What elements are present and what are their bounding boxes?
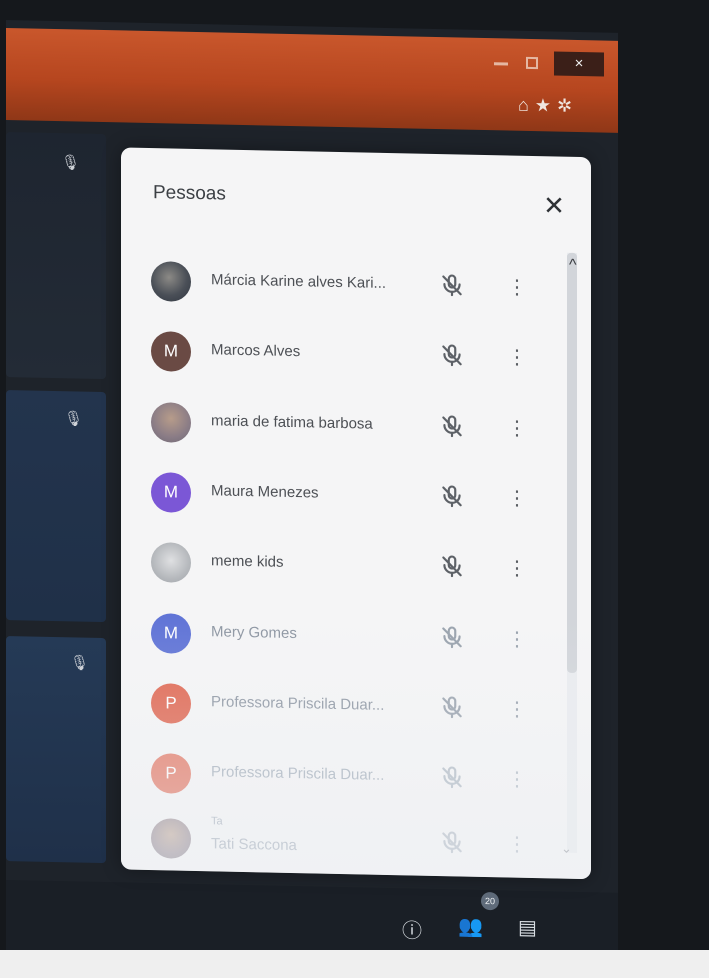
- participant-name: meme kids: [211, 552, 284, 571]
- maximize-button[interactable]: [526, 56, 538, 70]
- participant-row[interactable]: meme kids ⋮: [141, 534, 551, 603]
- people-icon[interactable]: 👥: [458, 913, 483, 939]
- window-close-button[interactable]: ×: [554, 51, 604, 77]
- chevron-up-icon[interactable]: ^: [569, 257, 577, 275]
- video-tile[interactable]: 🎙: [6, 390, 106, 623]
- more-vert-icon[interactable]: ⋮: [507, 553, 527, 583]
- participant-subtitle: Ta: [211, 815, 223, 828]
- scrollbar-thumb[interactable]: [567, 252, 577, 673]
- participant-count-badge: 20: [481, 891, 499, 911]
- video-tiles: 🎙 🎙 🎙: [6, 120, 136, 883]
- home-icon[interactable]: ⌂: [518, 95, 535, 115]
- mic-off-icon[interactable]: [439, 483, 467, 512]
- participant-row[interactable]: M Mery Gomes ⋮: [141, 605, 551, 674]
- more-vert-icon[interactable]: ⋮: [507, 272, 527, 302]
- participant-list: Márcia Karine alves Kari... ⋮ M Marcos Alve…: [121, 147, 591, 859]
- video-tile[interactable]: 🎙: [6, 132, 106, 380]
- avatar: [151, 542, 191, 583]
- avatar: P: [151, 683, 191, 724]
- participant-row[interactable]: M Maura Menezes ⋮: [141, 464, 551, 533]
- participant-name: Maura Menezes: [211, 482, 319, 502]
- panel-title: Pessoas: [153, 182, 226, 205]
- avatar: M: [151, 613, 191, 654]
- video-tile[interactable]: 🎙: [6, 636, 106, 864]
- more-vert-icon[interactable]: ⋮: [507, 342, 527, 372]
- mic-off-icon[interactable]: [439, 829, 467, 858]
- participant-row[interactable]: P Professora Priscila Duar... ⋮: [141, 745, 551, 814]
- mic-off-icon[interactable]: [439, 272, 467, 301]
- avatar: [151, 261, 191, 302]
- participant-row[interactable]: P Professora Priscila Duar... ⋮: [141, 675, 551, 744]
- more-vert-icon[interactable]: ⋮: [507, 694, 527, 724]
- participant-row[interactable]: M Marcos Alves ⋮: [141, 323, 551, 392]
- avatar: P: [151, 753, 191, 794]
- minimize-button[interactable]: [494, 62, 508, 66]
- gear-icon[interactable]: ✲: [557, 96, 578, 116]
- more-vert-icon[interactable]: ⋮: [507, 764, 527, 794]
- avatar: [151, 818, 191, 859]
- participant-row[interactable]: Márcia Karine alves Kari... ⋮: [141, 253, 551, 322]
- mic-off-icon[interactable]: [439, 342, 467, 371]
- participant-name: Professora Priscila Duar...: [211, 763, 385, 784]
- participant-row[interactable]: Ta Tati Saccona ⋮: [141, 810, 551, 879]
- more-vert-icon[interactable]: ⋮: [507, 624, 527, 654]
- mic-off-icon: 🎙: [64, 410, 84, 428]
- mic-off-icon[interactable]: [439, 694, 467, 723]
- toolbar-icons: ⌂★✲: [518, 95, 578, 117]
- chevron-down-icon[interactable]: ⌄: [561, 841, 572, 857]
- participant-name: Professora Priscila Duar...: [211, 693, 385, 714]
- avatar: M: [151, 331, 191, 372]
- avatar: M: [151, 472, 191, 513]
- chat-icon[interactable]: ▤: [518, 915, 537, 940]
- window-titlebar: × ⌂★✲: [6, 28, 618, 133]
- star-icon[interactable]: ★: [535, 95, 557, 115]
- mic-off-icon[interactable]: [439, 413, 467, 442]
- participant-name: Mery Gomes: [211, 623, 297, 643]
- info-icon[interactable]: ⓘ: [402, 914, 422, 943]
- mic-off-icon[interactable]: [439, 624, 467, 653]
- panel-close-button[interactable]: ✕: [539, 190, 569, 223]
- participant-name: Márcia Karine alves Kari...: [211, 271, 387, 292]
- more-vert-icon[interactable]: ⋮: [507, 413, 527, 443]
- people-panel: Pessoas ✕ ^ ⌄ Márcia Karine alves Kari..…: [121, 147, 591, 880]
- more-vert-icon[interactable]: ⋮: [507, 483, 527, 513]
- participant-row[interactable]: maria de fatima barbosa ⋮: [141, 394, 551, 463]
- participant-name: maria de fatima barbosa: [211, 412, 373, 433]
- participant-name: Marcos Alves: [211, 341, 301, 361]
- mic-off-icon: 🎙: [61, 154, 81, 172]
- photo-of-screen: × ⌂★✲ 🎙 🎙 🎙 ⓘ 👥 20 ▤ Pessoas ✕ ^ ⌄ Márci…: [0, 0, 709, 950]
- scrollbar[interactable]: [567, 252, 577, 853]
- monitor-screen: × ⌂★✲ 🎙 🎙 🎙 ⓘ 👥 20 ▤ Pessoas ✕ ^ ⌄ Márci…: [6, 20, 618, 950]
- mic-off-icon[interactable]: [439, 764, 467, 793]
- participant-name: Tati Saccona: [211, 835, 297, 855]
- avatar: [151, 402, 191, 443]
- mic-off-icon[interactable]: [439, 553, 467, 582]
- mic-off-icon: 🎙: [70, 654, 90, 672]
- more-vert-icon[interactable]: ⋮: [507, 829, 527, 859]
- meeting-bottom-bar: ⓘ 👥 20 ▤: [6, 880, 618, 950]
